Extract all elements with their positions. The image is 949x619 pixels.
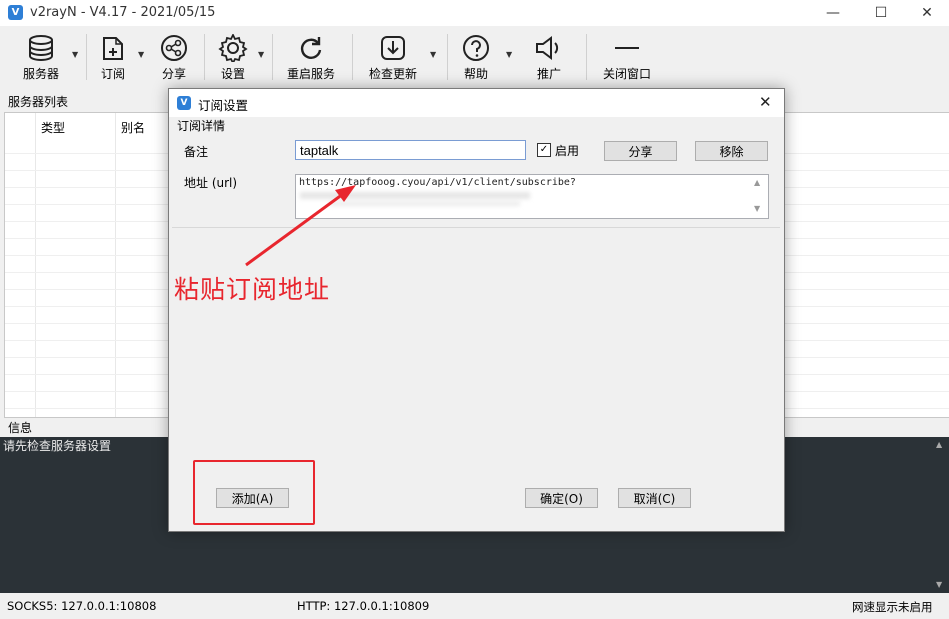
annotation-text: 粘贴订阅地址 [174, 275, 331, 304]
annotation-arrow [245, 185, 356, 267]
annotation-highlight-box [193, 460, 315, 525]
